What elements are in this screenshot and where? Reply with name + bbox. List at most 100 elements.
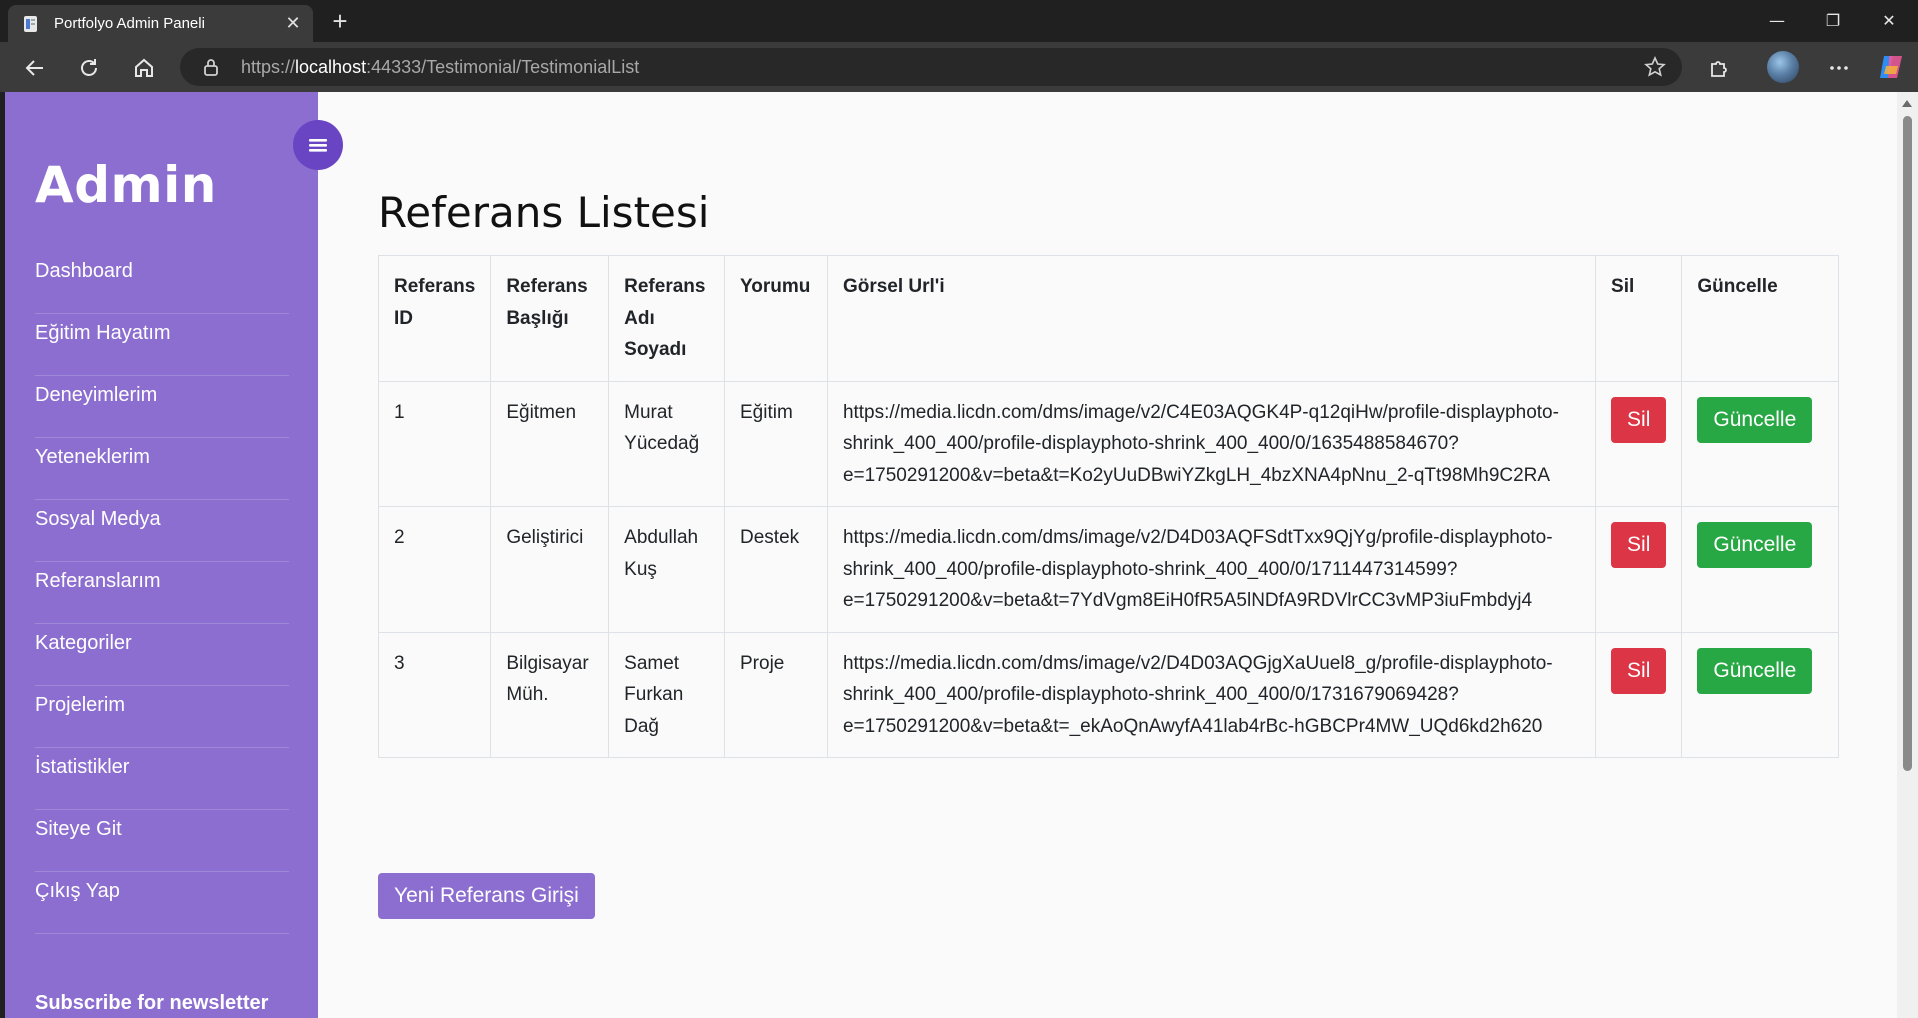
column-header: Referans Başlığı <box>490 255 610 382</box>
sidebar: Admin Dashboard Eğitim Hayatım Deneyimle… <box>5 92 318 1018</box>
tab-title: Portfolyo Admin Paneli <box>54 15 205 32</box>
cell-name: Samet Furkan Dağ <box>608 631 725 758</box>
browser-toolbar: https://localhost:44333/Testimonial/Test… <box>0 42 1918 92</box>
cell-image-url: https://media.licdn.com/dms/image/v2/C4E… <box>826 380 1597 507</box>
sidebar-link[interactable]: Sosyal Medya <box>35 500 289 531</box>
reload-icon <box>81 59 97 76</box>
column-header: Sil <box>1595 255 1683 382</box>
cell-name: Murat Yücedağ <box>608 380 725 507</box>
cell-id: 1 <box>377 380 492 507</box>
sidebar-item-yeteneklerim: Yeteneklerim <box>35 438 289 500</box>
restore-icon[interactable]: ❐ <box>1806 6 1860 36</box>
home-icon <box>135 58 153 77</box>
close-tab-icon[interactable]: ✕ <box>283 14 303 34</box>
url-host: localhost <box>295 57 367 77</box>
page-icon <box>24 16 37 32</box>
testimonial-table: Referans ID Referans Başlığı Referans Ad… <box>377 255 1839 758</box>
more-options-button[interactable] <box>1822 51 1856 85</box>
more-dots-icon <box>1830 66 1848 70</box>
delete-button[interactable]: Sil <box>1611 522 1667 568</box>
sidebar-link[interactable]: Projelerim <box>35 686 289 717</box>
cell-comment: Eğitim <box>724 380 828 507</box>
sidebar-link[interactable]: Çıkış Yap <box>35 872 289 903</box>
close-window-icon[interactable]: ✕ <box>1862 6 1916 36</box>
column-header: Yorumu <box>724 255 828 382</box>
column-header: Güncelle <box>1681 255 1839 382</box>
copilot-icon[interactable] <box>1876 52 1906 82</box>
delete-button[interactable]: Sil <box>1611 396 1667 443</box>
puzzle-icon <box>1711 61 1727 77</box>
cell-id: 2 <box>377 506 492 633</box>
sidebar-link[interactable]: Referanslarım <box>35 562 289 593</box>
table-row: 2 Geliştirici Abdullah Kuş Destek https:… <box>377 506 1839 633</box>
page-title: Referans Listesi <box>378 188 710 237</box>
cell-update: Güncelle <box>1681 380 1839 507</box>
cell-name: Abdullah Kuş <box>608 506 725 633</box>
sidebar-link[interactable]: Kategoriler <box>35 624 289 655</box>
update-button[interactable]: Güncelle <box>1697 396 1813 443</box>
cell-id: 3 <box>377 631 492 758</box>
column-header: Görsel Url'i <box>826 255 1597 382</box>
favorite-star-icon[interactable] <box>1644 56 1666 78</box>
table-header-row: Referans ID Referans Başlığı Referans Ad… <box>377 255 1839 382</box>
new-tab-button[interactable]: + <box>325 8 355 36</box>
home-button[interactable] <box>127 51 161 85</box>
update-button[interactable]: Güncelle <box>1697 522 1813 568</box>
profile-avatar[interactable] <box>1767 51 1799 83</box>
url-path: :44333/Testimonial/TestimonialList <box>366 57 640 77</box>
cell-delete: Sil <box>1595 631 1683 758</box>
table-row: 1 Eğitmen Murat Yücedağ Eğitim https://m… <box>377 380 1839 507</box>
back-button[interactable] <box>18 51 52 85</box>
update-button[interactable]: Güncelle <box>1697 647 1813 694</box>
table-row: 3 Bilgisayar Müh. Samet Furkan Dağ Proje… <box>377 631 1839 758</box>
scroll-up-arrow-icon[interactable] <box>1902 100 1912 107</box>
reload-button[interactable] <box>72 51 106 85</box>
page-scrollbar[interactable] <box>1897 92 1918 1018</box>
sidebar-item-dashboard: Dashboard <box>35 252 289 314</box>
sidebar-item-deneyimlerim: Deneyimlerim <box>35 376 289 438</box>
sidebar-link[interactable]: Eğitim Hayatım <box>35 314 289 345</box>
extensions-button[interactable] <box>1702 51 1736 85</box>
sidebar-toggle-button[interactable] <box>293 120 343 170</box>
column-header: Referans Adı Soyadı <box>608 255 725 382</box>
sidebar-item-egitim: Eğitim Hayatım <box>35 314 289 376</box>
cell-title: Bilgisayar Müh. <box>490 631 610 758</box>
url-text[interactable]: https://localhost:44333/Testimonial/Test… <box>241 57 639 78</box>
cell-comment: Proje <box>724 631 828 758</box>
new-testimonial-button[interactable]: Yeni Referans Girişi <box>378 873 595 919</box>
back-arrow-icon <box>25 60 43 76</box>
cell-comment: Destek <box>724 506 828 633</box>
sidebar-item-referanslarim: Referanslarım <box>35 562 289 624</box>
sidebar-item-projelerim: Projelerim <box>35 686 289 748</box>
sidebar-item-istatistikler: İstatistikler <box>35 748 289 810</box>
sidebar-link[interactable]: Deneyimlerim <box>35 376 289 407</box>
browser-tab[interactable]: Portfolyo Admin Paneli ✕ <box>8 5 313 42</box>
sidebar-link[interactable]: Yeteneklerim <box>35 438 289 469</box>
sidebar-menu: Dashboard Eğitim Hayatım Deneyimlerim Ye… <box>35 252 289 934</box>
delete-button[interactable]: Sil <box>1611 647 1667 694</box>
scroll-thumb[interactable] <box>1903 116 1912 771</box>
address-bar[interactable]: https://localhost:44333/Testimonial/Test… <box>180 48 1682 86</box>
sidebar-link[interactable]: İstatistikler <box>35 748 289 779</box>
browser-tabbar: Portfolyo Admin Paneli ✕ + — ❐ ✕ <box>0 0 1918 42</box>
cell-title: Eğitmen <box>490 380 610 507</box>
column-header: Referans ID <box>377 255 492 382</box>
sidebar-brand: Admin <box>35 156 217 214</box>
sidebar-link[interactable]: Siteye Git <box>35 810 289 841</box>
sidebar-item-kategoriler: Kategoriler <box>35 624 289 686</box>
cell-image-url: https://media.licdn.com/dms/image/v2/D4D… <box>826 631 1597 758</box>
sidebar-link[interactable]: Dashboard <box>35 252 289 283</box>
cell-update: Güncelle <box>1681 631 1839 758</box>
cell-update: Güncelle <box>1681 506 1839 633</box>
sidebar-item-siteye-git: Siteye Git <box>35 810 289 872</box>
hamburger-menu-icon <box>309 139 327 152</box>
cell-image-url: https://media.licdn.com/dms/image/v2/D4D… <box>826 506 1597 633</box>
sidebar-item-sosyal-medya: Sosyal Medya <box>35 500 289 562</box>
cell-delete: Sil <box>1595 506 1683 633</box>
lock-icon[interactable] <box>202 58 220 76</box>
sidebar-item-cikis: Çıkış Yap <box>35 872 289 934</box>
cell-delete: Sil <box>1595 380 1683 507</box>
page-viewport: Admin Dashboard Eğitim Hayatım Deneyimle… <box>5 92 1897 1018</box>
minimize-icon[interactable]: — <box>1750 6 1804 36</box>
cell-title: Geliştirici <box>490 506 610 633</box>
